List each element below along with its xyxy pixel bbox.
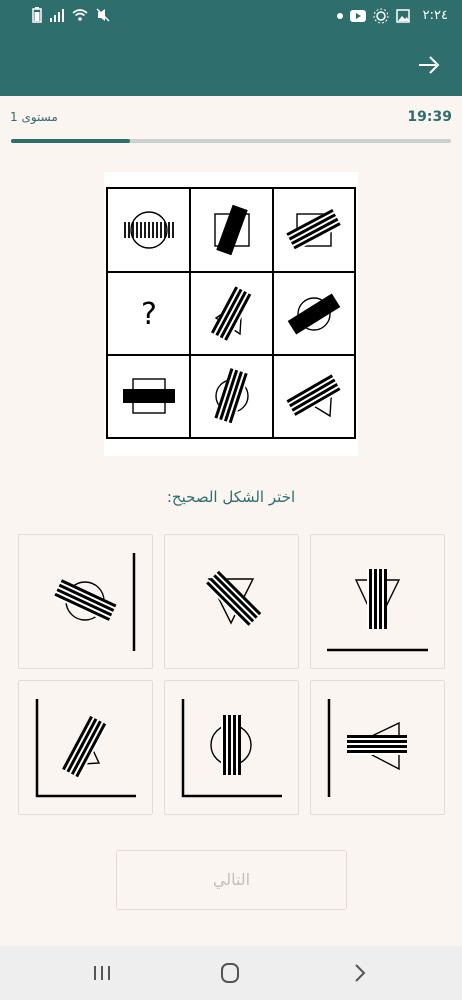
next-button[interactable]: التالي	[116, 850, 347, 910]
level-label: مستوى 1	[10, 110, 58, 124]
battery-icon	[32, 7, 42, 23]
option-3-figure	[327, 569, 428, 652]
system-nav-bar	[0, 946, 462, 1000]
option-4-figure	[35, 699, 136, 798]
cell-r3-c2	[214, 368, 250, 424]
cell-r2-c1: ?	[141, 297, 157, 332]
youtube-icon	[350, 10, 366, 22]
sun-icon	[373, 8, 389, 24]
image-icon	[396, 9, 410, 23]
level-row: مستوى 1 19:39	[0, 96, 462, 142]
app-bar	[0, 34, 462, 96]
progress-fill	[11, 139, 130, 143]
svg-text:?: ?	[141, 297, 157, 332]
back-chevron-icon[interactable]	[346, 960, 374, 986]
wifi-icon	[72, 9, 88, 21]
cell-r2-c3	[287, 293, 341, 335]
option-2-figure	[204, 570, 262, 628]
home-icon[interactable]	[216, 960, 244, 986]
puzzle-grid: ?	[106, 187, 356, 439]
answer-option-5[interactable]	[164, 680, 299, 815]
answer-option-3[interactable]	[310, 534, 445, 669]
cell-r3-c3	[286, 374, 342, 418]
option-6-figure	[327, 699, 407, 797]
progress-bar	[11, 139, 451, 143]
cell-r1-c1	[124, 211, 174, 249]
status-bar: ٢:٢٤	[0, 0, 462, 34]
cell-r1-c3	[286, 208, 342, 252]
recents-icon[interactable]	[88, 960, 116, 986]
option-1-figure	[53, 553, 136, 651]
option-5-figure	[181, 699, 282, 798]
answer-option-4[interactable]	[18, 680, 153, 815]
arrow-right-icon[interactable]	[416, 52, 442, 78]
question-prompt: اختر الشكل الصحيح:	[166, 488, 296, 506]
cell-r3-c1	[123, 378, 175, 414]
dot-icon	[337, 13, 343, 19]
clock: ٢:٢٤	[422, 8, 448, 23]
status-icons-right	[337, 8, 410, 24]
answer-option-2[interactable]	[164, 534, 299, 669]
mute-icon	[96, 8, 110, 22]
cell-r1-c2	[214, 204, 250, 256]
signal-icon	[50, 9, 64, 22]
answer-option-6[interactable]	[310, 680, 445, 815]
timer: 19:39	[407, 109, 452, 125]
cell-r2-c2	[210, 286, 254, 342]
status-icons-left	[32, 7, 110, 23]
puzzle-matrix: ?	[104, 172, 358, 456]
answer-option-1[interactable]	[18, 534, 153, 669]
